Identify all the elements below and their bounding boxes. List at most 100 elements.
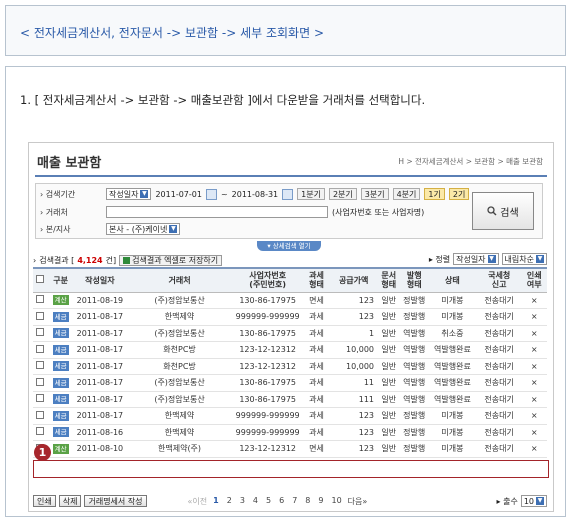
sort-order-select[interactable]: 내림차순 ▼: [501, 253, 547, 265]
column-header: 구분: [47, 267, 74, 293]
page-link[interactable]: 10: [331, 496, 341, 507]
row-checkbox[interactable]: [36, 295, 45, 304]
row-checkbox[interactable]: [36, 410, 45, 419]
doc-type-cell: 일반: [377, 341, 401, 359]
prev-page-link[interactable]: «이전: [188, 496, 208, 507]
checkbox-cell[interactable]: [33, 341, 48, 359]
partner-cell[interactable]: 한맥제약: [126, 308, 233, 326]
table-row[interactable]: 세금 2011-08-17 (주)정암보통산 130-86-17975 과세 1 일반 역발행…: [33, 325, 547, 342]
row-checkbox[interactable]: [36, 311, 45, 320]
excel-export-button[interactable]: 검색결과 엑셀로 저장하기: [119, 255, 223, 266]
row-checkbox[interactable]: [36, 361, 45, 370]
print-button[interactable]: 인쇄: [33, 495, 56, 507]
partner-cell[interactable]: (주)정암보통산: [126, 292, 233, 309]
page-link[interactable]: 9: [318, 496, 323, 507]
search-button[interactable]: 검색: [472, 192, 534, 230]
date-to[interactable]: 2011-08-31: [232, 190, 279, 199]
page-link[interactable]: 6: [279, 496, 284, 507]
table-row[interactable]: 세금 2011-08-17 (주)정암보통산 130-86-17975 과세 11 일반 역발…: [33, 374, 547, 392]
partner-cell[interactable]: 한맥제약: [126, 407, 233, 425]
date-from[interactable]: 2011-07-01: [155, 190, 202, 199]
branch-select[interactable]: 본사 - (주)케이넷 ▼: [106, 223, 181, 235]
partner-cell[interactable]: 한맥제약: [126, 424, 233, 441]
issue-type-cell: 정발행: [400, 308, 428, 326]
partner-cell[interactable]: (주)정암보통산: [126, 325, 233, 342]
checkbox-cell[interactable]: [33, 292, 48, 309]
status-cell: 미개봉: [428, 424, 477, 441]
detail-search-toggle[interactable]: ▾ 상세검색 열기: [257, 241, 321, 251]
range-button-q1[interactable]: 1분기: [297, 188, 325, 200]
status-cell: 역발행완료: [428, 341, 477, 359]
table-row[interactable]: 세금 2011-08-17 한맥제약 999999-999999 과세 123 일반 정발행 미…: [33, 407, 547, 425]
row-checkbox[interactable]: [36, 377, 45, 386]
calendar-icon[interactable]: [205, 188, 217, 200]
row-checkbox[interactable]: [36, 427, 45, 436]
range-button-h1[interactable]: 1기: [424, 188, 445, 200]
partner-cell[interactable]: (주)정암보통산: [126, 391, 233, 408]
per-page-control: ▸ 출수 10 ▼: [497, 495, 547, 507]
page-link[interactable]: 1: [213, 496, 219, 507]
bizno-cell: 130-86-17975: [232, 325, 303, 342]
row-checkbox[interactable]: [36, 344, 45, 353]
search-row-period: › 검색기간 작성일자 ▼ 2011-07-01 ~ 2011-08-31 1분기…: [40, 187, 470, 201]
table-row[interactable]: 세금 2011-08-17 한맥제약 999999-999999 과세 123 일반 정발행 미…: [33, 308, 547, 326]
date-type-select[interactable]: 작성일자 ▼: [106, 188, 152, 200]
page-link[interactable]: 2: [227, 496, 232, 507]
statement-button[interactable]: 거래명세서 작성: [84, 495, 147, 507]
next-page-link[interactable]: 다음»: [348, 496, 368, 507]
checkbox-cell[interactable]: [33, 407, 48, 425]
amount-cell: 11: [330, 374, 378, 392]
checkbox-cell[interactable]: [33, 358, 48, 375]
page-link[interactable]: 8: [305, 496, 310, 507]
partner-cell[interactable]: 화천PC방: [126, 358, 233, 375]
select-all-checkbox[interactable]: [36, 275, 45, 284]
range-button-h2[interactable]: 2기: [448, 188, 470, 200]
type-badge: 세금: [52, 328, 69, 339]
instruction-text: 1. [ 전자세금계산서 -> 보관함 -> 매출보관함 ]에서 다운받을 거래…: [20, 93, 426, 107]
print-status-cell: ×: [521, 358, 547, 375]
page-link[interactable]: 5: [266, 496, 271, 507]
date-cell: 2011-08-17: [73, 325, 127, 342]
delete-button[interactable]: 삭제: [58, 495, 82, 507]
table-row[interactable]: 세금 2011-08-16 한맥제약 999999-999999 과세 123 일반 정발행 미…: [33, 424, 547, 441]
invoice-table: 구분 작성일자 거래처 사업자번호 (주민번호) 과세 형태 공급가액 문서 형태 발행 형태 상태 국세…: [33, 267, 547, 458]
calendar-icon[interactable]: [282, 188, 294, 200]
per-page-select[interactable]: 10 ▼: [520, 495, 547, 507]
page-link[interactable]: 3: [240, 496, 245, 507]
partner-input[interactable]: [106, 206, 328, 218]
date-cell: 2011-08-17: [73, 407, 127, 425]
page-title: 매출 보관함: [37, 156, 102, 171]
partner-cell[interactable]: 화천PC방: [126, 341, 233, 359]
page-link[interactable]: 4: [253, 496, 258, 507]
table-row[interactable]: 계산 2011-08-10 한맥제약(주) 123-12-12312 면세 123 일반 정발…: [33, 440, 547, 458]
doc-type-cell: 일반: [377, 440, 401, 458]
page-link[interactable]: 7: [292, 496, 297, 507]
tax-cell: 면세: [302, 440, 331, 458]
sort-field-select[interactable]: 작성일자 ▼: [453, 253, 499, 265]
range-button-q2[interactable]: 2분기: [328, 188, 357, 200]
table-row[interactable]: 세금 2011-08-17 화천PC방 123-12-12312 과세 10,000 일반 역…: [33, 358, 547, 375]
table-row[interactable]: 세금 2011-08-17 화천PC방 123-12-12312 과세 10,000 일반 역…: [33, 341, 547, 359]
date-cell: 2011-08-17: [73, 374, 127, 392]
issue-type-cell: 역발행: [400, 325, 428, 342]
checkbox-cell[interactable]: [33, 374, 48, 392]
range-button-q4[interactable]: 4분기: [392, 188, 421, 200]
row-checkbox[interactable]: [36, 328, 45, 337]
issue-type-cell: 정발행: [400, 440, 428, 458]
checkbox-cell[interactable]: [33, 308, 48, 326]
issue-type-cell: 역발행: [400, 358, 428, 375]
row-checkbox[interactable]: [36, 394, 45, 403]
checkbox-cell[interactable]: [33, 424, 48, 441]
checkbox-cell[interactable]: [33, 325, 48, 342]
checkbox-cell[interactable]: [33, 391, 48, 408]
print-status-cell: ×: [521, 374, 547, 392]
type-cell: 세금: [47, 341, 74, 359]
result-count: 4,124: [77, 256, 103, 265]
nts-cell: 전송대기: [476, 391, 522, 408]
table-row[interactable]: 세금 2011-08-17 (주)정암보통산 130-86-17975 과세 111 일반 역…: [33, 391, 547, 408]
range-button-q3[interactable]: 3분기: [360, 188, 389, 200]
partner-cell[interactable]: 한맥제약(주): [126, 440, 233, 458]
partner-cell[interactable]: (주)정암보통산: [126, 374, 233, 392]
table-row[interactable]: 계산 2011-08-19 (주)정암보통산 130-86-17975 면세 123 일반 정…: [33, 292, 547, 309]
print-status-cell: ×: [521, 424, 547, 441]
